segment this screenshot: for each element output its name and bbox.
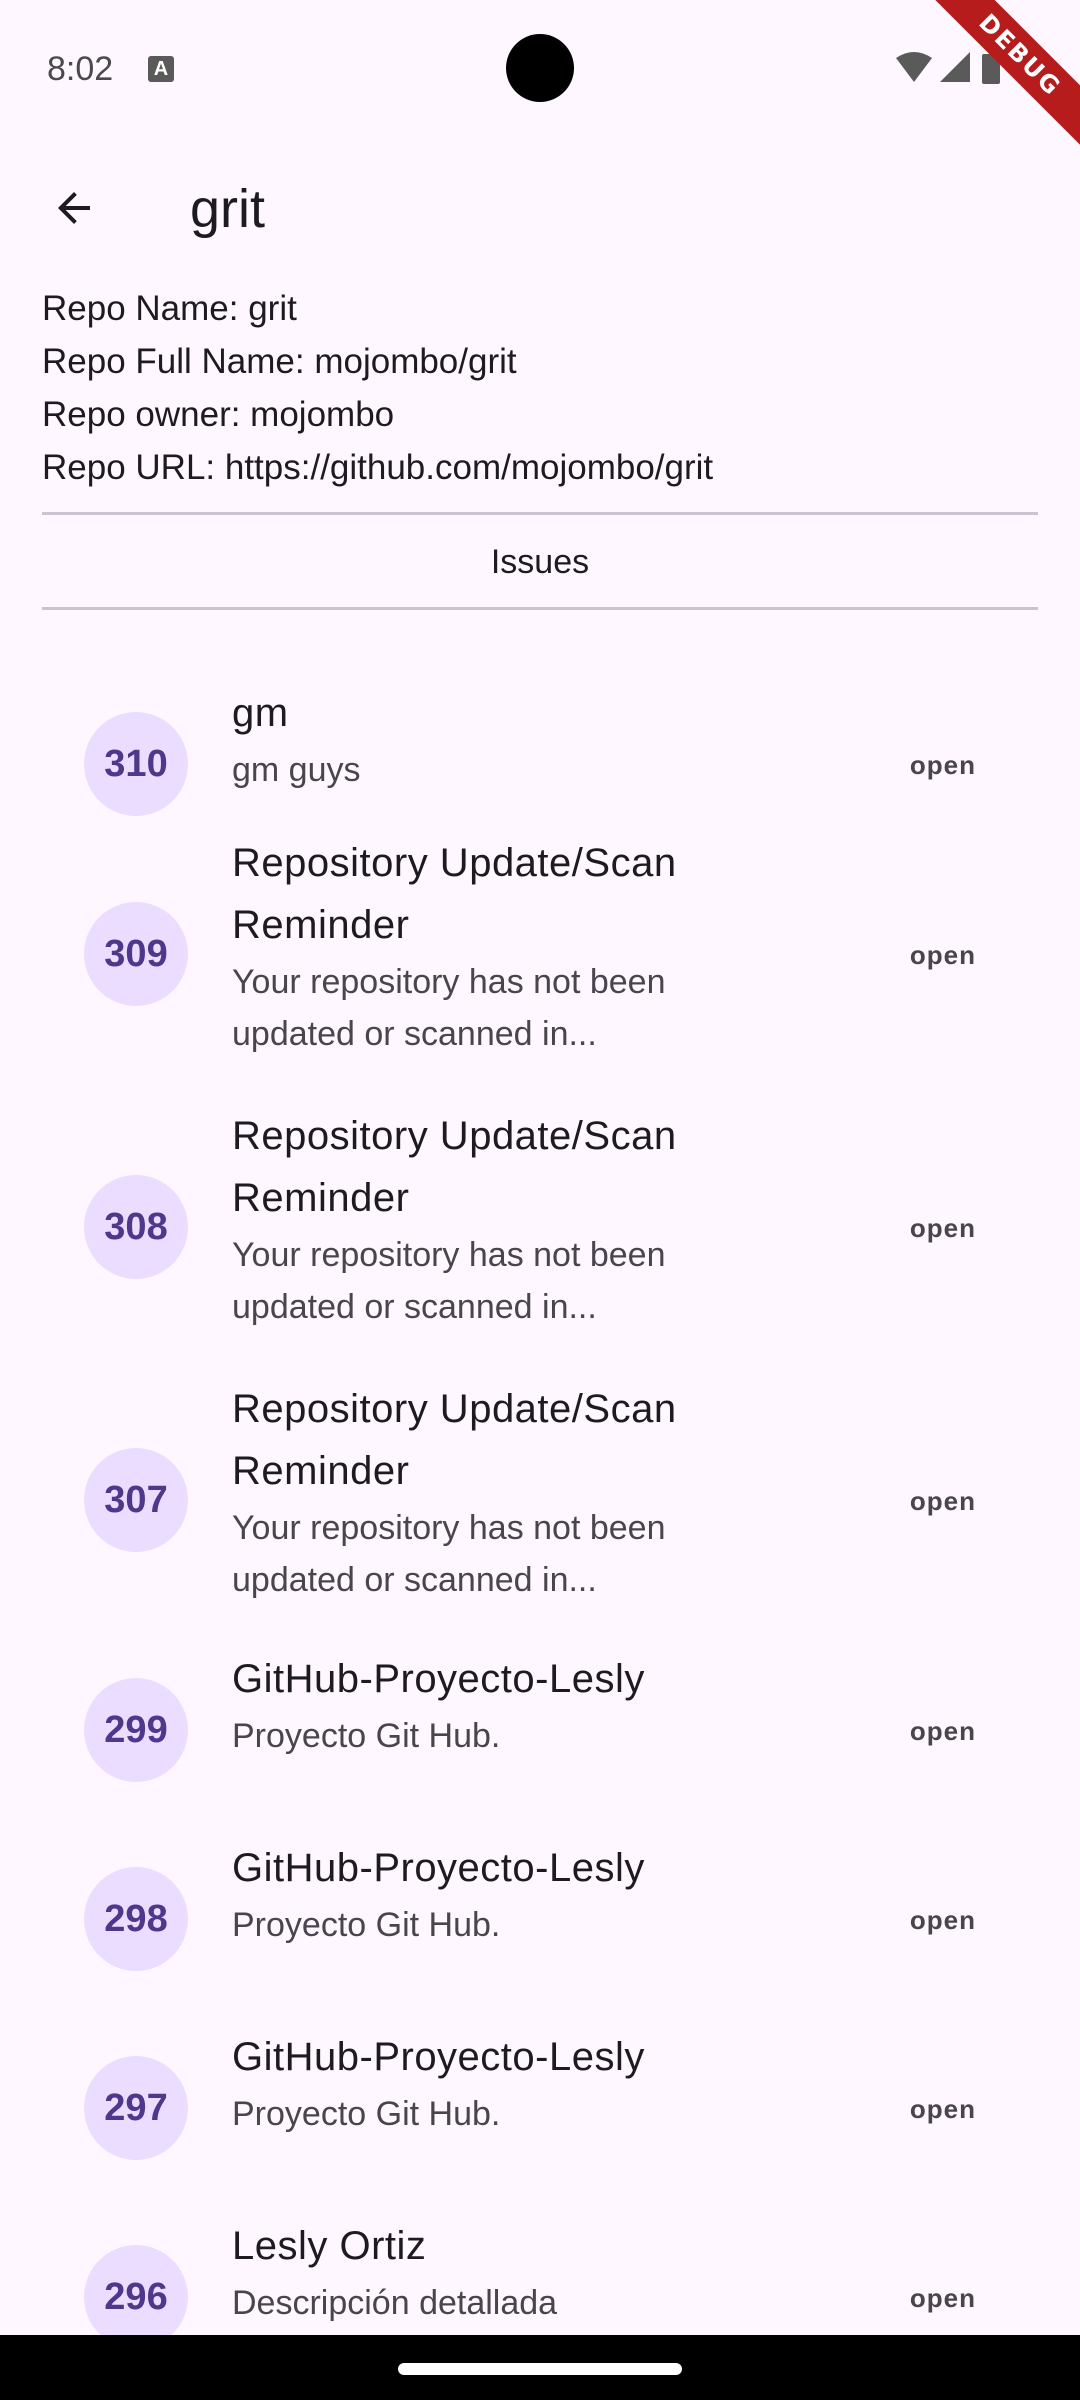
debug-banner-label: DEBUG xyxy=(920,0,1080,155)
issue-title: GitHub-Proyecto-Lesly xyxy=(232,1657,645,1701)
issue-subtitle: Proyecto Git Hub. xyxy=(232,1906,501,1944)
issue-status: open xyxy=(909,1716,976,1746)
list-item[interactable]: 299 GitHub-Proyecto-Lesly Proyecto Git H… xyxy=(0,1657,1080,1848)
issue-status: open xyxy=(909,1213,976,1243)
list-item[interactable]: 307 Repository Update/Scan Reminder Your… xyxy=(0,1378,1080,1640)
issue-subtitle: Proyecto Git Hub. xyxy=(232,1717,501,1755)
list-item[interactable]: 310 gm gm guys open xyxy=(0,650,1080,820)
list-item[interactable]: 309 Repository Update/Scan Reminder Your… xyxy=(0,832,1080,1094)
issue-title: GitHub-Proyecto-Lesly xyxy=(232,1846,645,1890)
repo-owner-line: Repo owner: mojombo xyxy=(42,395,395,434)
back-button[interactable] xyxy=(36,170,112,246)
issue-number-avatar: 307 xyxy=(84,1448,188,1552)
home-indicator[interactable] xyxy=(398,2363,682,2375)
issue-number-avatar: 299 xyxy=(84,1678,188,1782)
app-bar: grit xyxy=(0,148,1080,268)
issue-number-avatar: 298 xyxy=(84,1867,188,1971)
issue-list: 310 gm gm guys open 309 Repository Updat… xyxy=(0,610,1080,2335)
issue-status: open xyxy=(909,1486,976,1516)
issue-title: Repository Update/Scan Reminder xyxy=(232,1387,677,1493)
issue-status: open xyxy=(909,750,976,780)
issue-title: Repository Update/Scan Reminder xyxy=(232,1114,677,1220)
list-item[interactable]: 298 GitHub-Proyecto-Lesly Proyecto Git H… xyxy=(0,1846,1080,2037)
issue-title: Lesly Ortiz xyxy=(232,2224,427,2268)
issue-number-avatar: 297 xyxy=(84,2056,188,2160)
issue-subtitle: Proyecto Git Hub. xyxy=(232,2095,501,2133)
repo-full-name-line: Repo Full Name: mojombo/grit xyxy=(42,342,517,381)
list-item[interactable]: 297 GitHub-Proyecto-Lesly Proyecto Git H… xyxy=(0,2035,1080,2226)
issue-status: open xyxy=(909,2283,976,2313)
issue-number-avatar: 309 xyxy=(84,902,188,1006)
a-letter-icon: A xyxy=(148,56,174,82)
page-title: grit xyxy=(190,179,266,239)
tab-issues-label: Issues xyxy=(490,542,590,581)
issue-status: open xyxy=(909,2094,976,2124)
debug-banner: DEBUG xyxy=(920,0,1080,160)
camera-cutout xyxy=(506,34,574,102)
issue-status: open xyxy=(909,940,976,970)
tab-issues[interactable]: Issues xyxy=(42,515,1038,609)
issue-number-avatar: 308 xyxy=(84,1175,188,1279)
repo-info: Repo Name: grit Repo Full Name: mojombo/… xyxy=(42,282,713,494)
issue-subtitle: gm guys xyxy=(232,751,361,789)
arrow-back-icon xyxy=(58,192,90,224)
issue-title: GitHub-Proyecto-Lesly xyxy=(232,2035,645,2079)
repo-url-line: Repo URL: https://github.com/mojombo/gri… xyxy=(42,448,714,487)
list-item[interactable]: 296 Lesly Ortiz Descripción detallada op… xyxy=(0,2224,1080,2335)
issue-subtitle: Descripción detallada xyxy=(232,2284,558,2322)
issue-number-avatar: 310 xyxy=(84,712,188,816)
system-navigation-bar xyxy=(0,2335,1080,2400)
repo-name-line: Repo Name: grit xyxy=(42,289,297,328)
issue-status: open xyxy=(909,1905,976,1935)
status-bar: 8:02 A xyxy=(0,0,1080,136)
issue-subtitle: Your repository has not been updated or … xyxy=(232,963,666,1053)
issue-subtitle: Your repository has not been updated or … xyxy=(232,1236,666,1326)
list-item[interactable]: 308 Repository Update/Scan Reminder Your… xyxy=(0,1105,1080,1367)
issue-title: gm xyxy=(232,691,289,735)
issue-title: Repository Update/Scan Reminder xyxy=(232,841,677,947)
status-time: 8:02 xyxy=(47,50,114,88)
issue-number-avatar: 296 xyxy=(84,2245,188,2335)
issue-subtitle: Your repository has not been updated or … xyxy=(232,1509,666,1599)
